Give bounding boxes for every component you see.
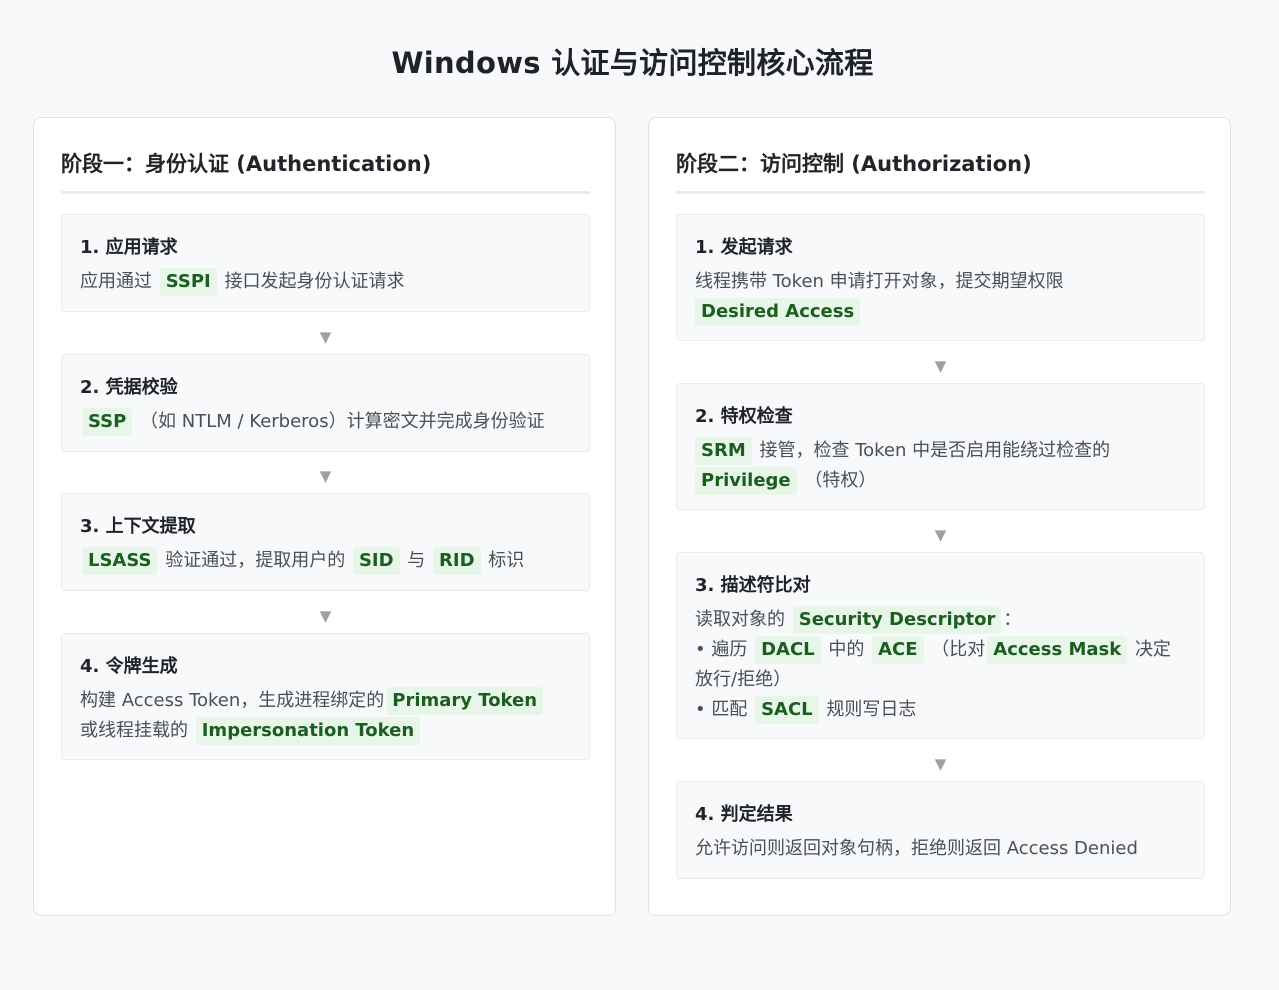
step-title: 2. 凭据校验 (80, 377, 178, 398)
keyword-lsass: LSASS (82, 547, 158, 575)
step-title: 4. 判定结果 (695, 804, 793, 825)
authz-step-4: 4. 判定结果 允许访问则返回对象句柄，拒绝则返回 Access Denied (676, 781, 1205, 879)
authentication-panel: 阶段一：身份认证 (Authentication) 1. 应用请求 应用通过 S… (33, 117, 616, 916)
keyword-rid: RID (433, 547, 481, 575)
step-description: 线程携带 Token 申请打开对象，提交期望权限 Desired Access (695, 267, 1186, 327)
step-title: 3. 上下文提取 (80, 516, 196, 537)
flow-arrow-down-icon: ▼ (934, 357, 947, 375)
keyword-impersonation-token: Impersonation Token (195, 717, 421, 745)
flow-arrow-down-icon: ▼ (934, 526, 947, 544)
keyword-dacl: DACL (755, 636, 821, 664)
authorization-panel-title: 阶段二：访问控制 (Authorization) (676, 148, 1205, 194)
page-title: Windows 认证与访问控制核心流程 (391, 46, 874, 80)
flow-arrow-down-icon: ▼ (319, 607, 332, 625)
keyword-srm: SRM (695, 437, 752, 465)
keyword-privilege: Privilege (695, 467, 797, 495)
step-description: 应用通过 SSPI 接口发起身份认证请求 (80, 267, 571, 297)
authorization-panel: 阶段二：访问控制 (Authorization) 1. 发起请求 线程携带 To… (648, 117, 1231, 916)
flow-arrow-down-icon: ▼ (934, 755, 947, 773)
keyword-ssp: SSP (82, 408, 133, 436)
step-description: 允许访问则返回对象句柄，拒绝则返回 Access Denied (695, 838, 1138, 859)
authentication-panel-title: 阶段一：身份认证 (Authentication) (61, 148, 590, 194)
keyword-desired-access: Desired Access (695, 298, 861, 326)
authz-step-1: 1. 发起请求 线程携带 Token 申请打开对象，提交期望权限 Desired … (676, 214, 1205, 341)
keyword-security-descriptor: Security Descriptor (792, 606, 1002, 634)
auth-step-4: 4. 令牌生成 构建 Access Token，生成进程绑定的 Primary T… (61, 633, 590, 760)
step-title: 1. 应用请求 (80, 237, 178, 258)
step-description: SSP （如 NTLM / Kerberos）计算密文并完成身份验证 (80, 407, 571, 437)
step-description: 读取对象的 Security Descriptor： • 遍历 DACL 中的 A… (695, 605, 1186, 725)
step-title: 4. 令牌生成 (80, 656, 178, 677)
step-title: 1. 发起请求 (695, 237, 793, 258)
authz-step-2: 2. 特权检查 SRM 接管，检查 Token 中是否启用能绕过检查的 Privi… (676, 383, 1205, 510)
step-title: 2. 特权检查 (695, 406, 793, 427)
keyword-primary-token: Primary Token (386, 687, 544, 715)
flow-arrow-down-icon: ▼ (319, 467, 332, 485)
auth-step-3: 3. 上下文提取 LSASS 验证通过，提取用户的 SID 与 RID 标识 (61, 493, 590, 591)
auth-step-2: 2. 凭据校验 SSP （如 NTLM / Kerberos）计算密文并完成身份… (61, 354, 590, 452)
auth-step-1: 1. 应用请求 应用通过 SSPI 接口发起身份认证请求 (61, 214, 590, 312)
flow-arrow-down-icon: ▼ (319, 328, 332, 346)
step-description: LSASS 验证通过，提取用户的 SID 与 RID 标识 (80, 546, 571, 576)
step-description: SRM 接管，检查 Token 中是否启用能绕过检查的 Privilege （特权… (695, 436, 1186, 496)
keyword-ace: ACE (872, 636, 924, 664)
keyword-sid: SID (352, 547, 400, 575)
keyword-sspi: SSPI (159, 268, 217, 296)
keyword-access-mask: Access Mask (987, 636, 1128, 664)
step-description: 构建 Access Token，生成进程绑定的 Primary Token 或线程挂… (80, 686, 571, 746)
step-title: 3. 描述符比对 (695, 575, 811, 596)
keyword-sacl: SACL (755, 696, 819, 724)
authz-step-3: 3. 描述符比对 读取对象的 Security Descriptor： • 遍历 … (676, 552, 1205, 739)
